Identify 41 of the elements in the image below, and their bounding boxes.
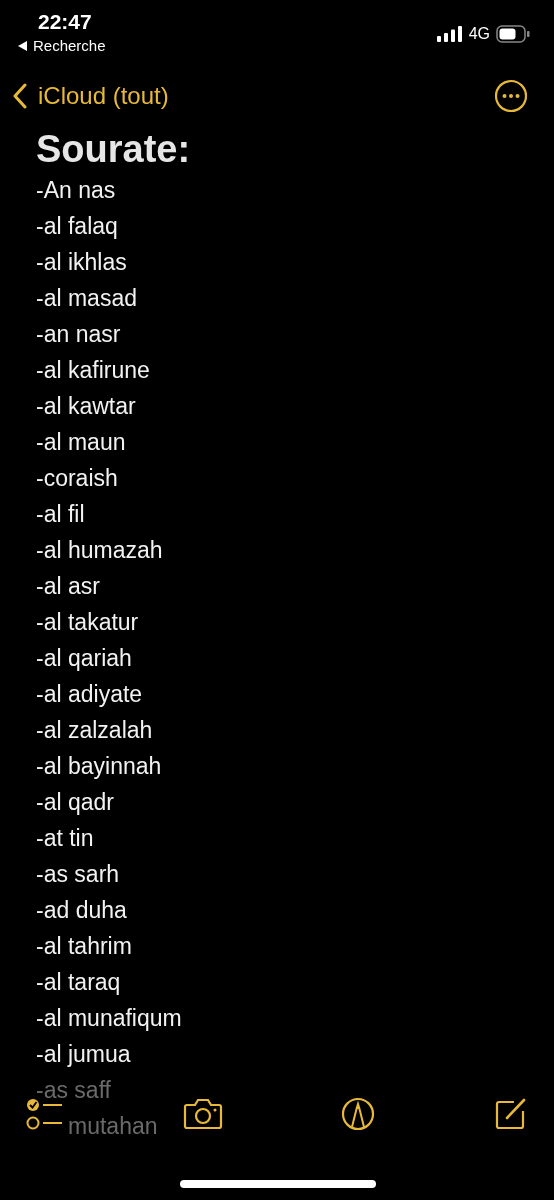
note-line: -al falaq <box>36 212 118 241</box>
note-line: -al ikhlas <box>36 248 127 277</box>
note-line: -al tahrim <box>36 932 132 961</box>
note-line: -al adiyate <box>36 680 143 709</box>
note-line: -as sarh <box>36 860 120 889</box>
more-options-icon[interactable] <box>494 79 528 113</box>
note-line: -al humazah <box>36 536 163 565</box>
signal-icon <box>436 26 463 42</box>
back-button[interactable]: iCloud (tout) <box>12 82 169 110</box>
note-line: -al taraq <box>36 968 121 997</box>
note-line: -at tin <box>36 824 94 853</box>
compose-icon[interactable] <box>493 1097 528 1131</box>
network-label: 4G <box>468 25 490 43</box>
note-line: -al qadr <box>36 788 114 817</box>
note-line: -An nas <box>36 176 116 205</box>
note-line: -al kafirune <box>36 356 150 385</box>
chevron-left-icon <box>12 83 28 109</box>
note-line: mutahan <box>68 1112 158 1141</box>
note-line: -al fil <box>36 500 85 529</box>
camera-icon[interactable] <box>182 1098 223 1130</box>
note-line: -coraish <box>36 464 118 493</box>
note-line: -al bayinnah <box>36 752 162 781</box>
note-title: Sourate: <box>36 127 192 172</box>
battery-icon <box>496 25 530 43</box>
checklist-icon[interactable] <box>26 1097 64 1131</box>
note-line: -al maun <box>36 428 126 457</box>
back-triangle-icon <box>18 41 28 51</box>
note-line: -an nasr <box>36 320 121 349</box>
status-time: 22:47 <box>38 9 92 35</box>
note-line: -al munafiqum <box>36 1004 182 1033</box>
note-line: -as saff <box>36 1076 111 1105</box>
note-line: -al masad <box>36 284 137 313</box>
markup-pen-icon[interactable] <box>341 1097 376 1131</box>
note-line: -al zalzalah <box>36 716 153 745</box>
note-line: -al kawtar <box>36 392 136 421</box>
note-line: -al asr <box>36 572 100 601</box>
back-to-app-link[interactable]: Recherche <box>18 36 106 56</box>
note-line: -al qariah <box>36 644 132 673</box>
note-line: -al takatur <box>36 608 139 637</box>
note-line: -al jumua <box>36 1040 131 1069</box>
note-line: -ad duha <box>36 896 127 925</box>
